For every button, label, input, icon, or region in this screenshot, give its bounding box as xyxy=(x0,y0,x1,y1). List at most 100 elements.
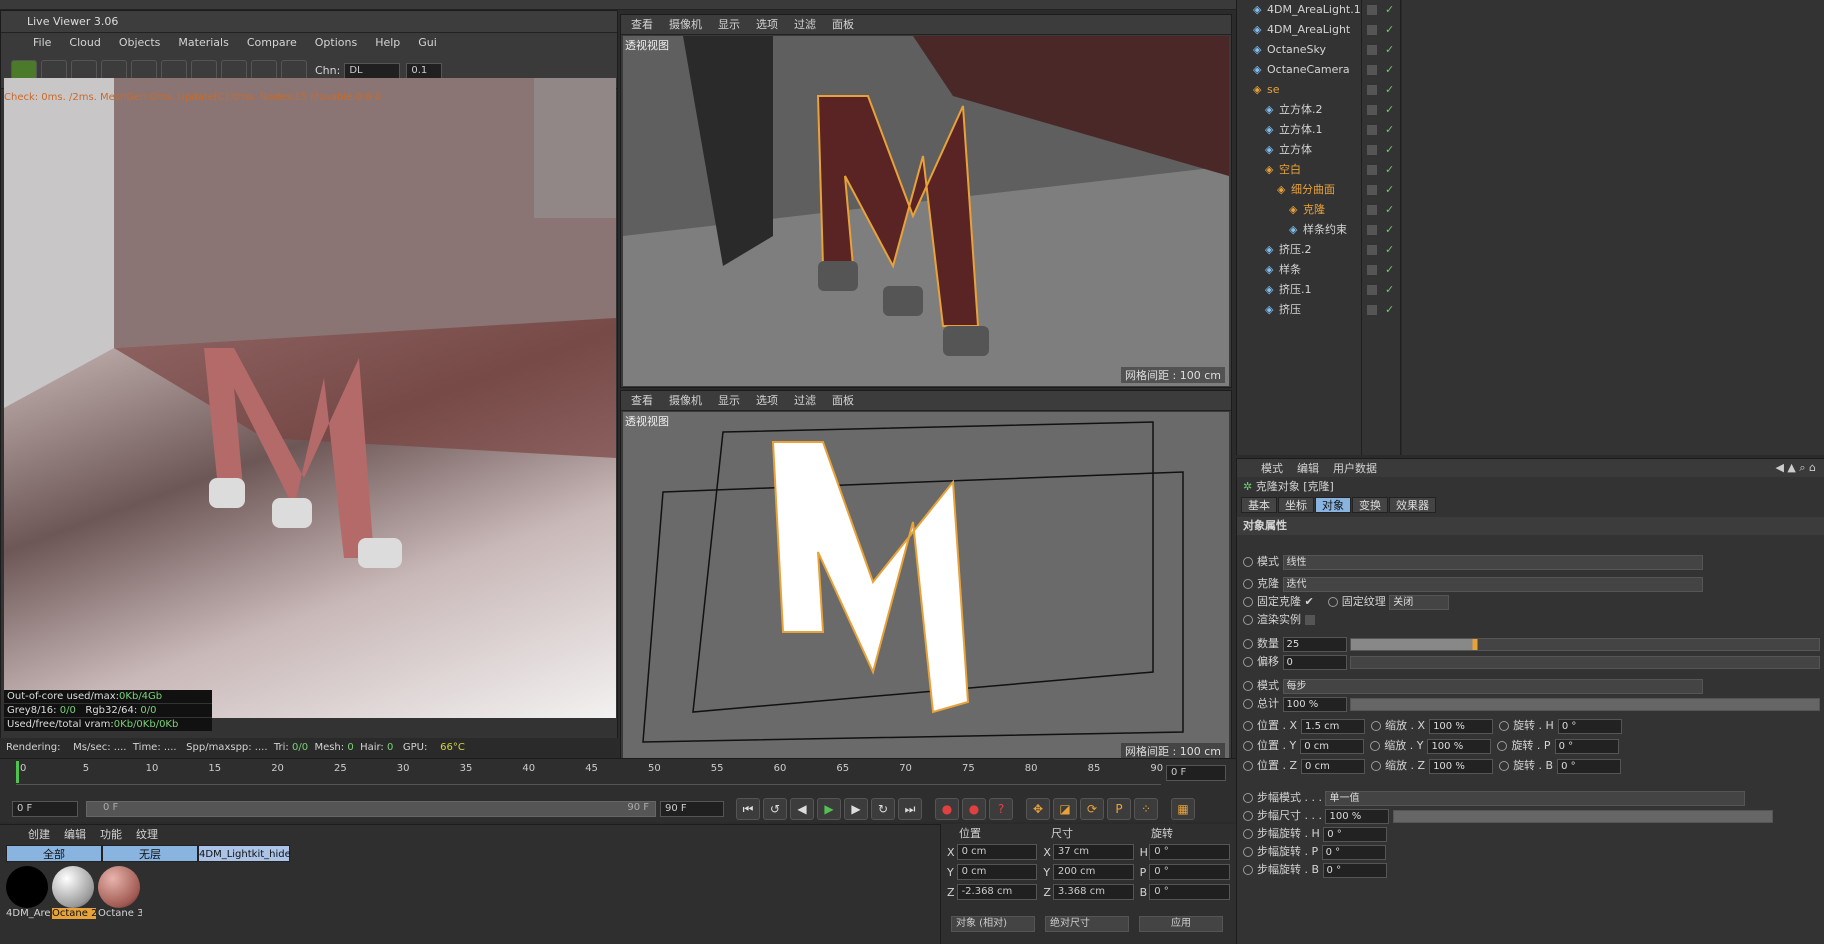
transform-rot-input[interactable]: 0 ° xyxy=(1557,718,1622,734)
transform-scale-input[interactable]: 100 % xyxy=(1427,738,1492,754)
enable-check-icon[interactable]: ✓ xyxy=(1385,40,1394,60)
anim-dot[interactable] xyxy=(1371,721,1382,731)
object-name[interactable]: 挤压 xyxy=(1279,300,1301,320)
enable-check-icon[interactable]: ✓ xyxy=(1385,20,1394,40)
anim-dot[interactable] xyxy=(1370,741,1381,751)
mat-menu-create[interactable]: 创建 xyxy=(28,826,50,842)
enable-check-icon[interactable]: ✓ xyxy=(1385,160,1394,180)
enable-check-icon[interactable]: ✓ xyxy=(1385,240,1394,260)
visibility-toggle[interactable] xyxy=(1367,0,1381,20)
next-frame-icon[interactable]: ▶ xyxy=(844,798,868,820)
material-item-3[interactable]: Octane 3 xyxy=(98,866,142,919)
anim-dot[interactable] xyxy=(1499,721,1510,731)
attr-tab-coord[interactable]: 坐标 xyxy=(1278,497,1314,513)
object-row[interactable]: ◈ 样条 ✓ xyxy=(1237,260,1824,280)
step-mode-select[interactable]: 单一值 xyxy=(1325,790,1746,806)
vp2-menu-camera[interactable]: 摄像机 xyxy=(669,391,702,411)
coord-size-select[interactable]: 绝对尺寸 xyxy=(1045,916,1129,932)
coord-mode-select[interactable]: 对象 (相对) xyxy=(951,916,1035,932)
vp-menu-camera[interactable]: 摄像机 xyxy=(669,15,702,35)
step-size-input[interactable]: 100 % xyxy=(1325,808,1390,824)
record-icon[interactable]: ● xyxy=(935,798,959,820)
enable-check-icon[interactable]: ✓ xyxy=(1385,200,1394,220)
play-icon[interactable]: ▶ xyxy=(817,798,841,820)
transform-scale-input[interactable]: 100 % xyxy=(1429,758,1494,774)
attr-menu-userdata[interactable]: 用户数据 xyxy=(1333,460,1377,476)
coord-pos-field[interactable]: 0 cm xyxy=(956,844,1038,860)
current-frame-field[interactable]: 0 F xyxy=(1166,765,1226,781)
visibility-toggle[interactable] xyxy=(1367,260,1381,280)
count-slider[interactable] xyxy=(1350,637,1820,651)
vp2-menu-panel[interactable]: 面板 xyxy=(832,391,854,411)
enable-check-icon[interactable]: ✓ xyxy=(1385,140,1394,160)
visibility-toggle[interactable] xyxy=(1367,200,1381,220)
object-row[interactable]: ◈ 样条约束 ✓ xyxy=(1237,220,1824,240)
enable-check-icon[interactable]: ✓ xyxy=(1385,260,1394,280)
object-row[interactable]: ◈ 4DM_AreaLight ✓ xyxy=(1237,20,1824,40)
prev-key-icon[interactable]: ↺ xyxy=(763,798,787,820)
render-instance-checkbox[interactable] xyxy=(1304,615,1315,625)
object-row[interactable]: ◈ 空白 ✓ xyxy=(1237,160,1824,180)
visibility-toggle[interactable] xyxy=(1367,240,1381,260)
step-rot-h-input[interactable]: 0 ° xyxy=(1323,826,1388,842)
mode-select[interactable]: 线性 xyxy=(1282,554,1703,570)
attr-tab-effectors[interactable]: 效果器 xyxy=(1389,497,1436,513)
enable-check-icon[interactable]: ✓ xyxy=(1385,100,1394,120)
fix-clone-checkbox[interactable]: ✔ xyxy=(1305,595,1314,608)
total-input[interactable]: 100 % xyxy=(1282,696,1347,712)
object-row[interactable]: ◈ 挤压 ✓ xyxy=(1237,300,1824,320)
visibility-toggle[interactable] xyxy=(1367,280,1381,300)
menu-objects[interactable]: Objects xyxy=(119,33,161,53)
gamma-input[interactable]: 0.1 xyxy=(406,62,443,79)
live-viewer-render[interactable] xyxy=(4,78,616,718)
start-frame-field[interactable]: 0 F xyxy=(12,801,78,817)
enable-check-icon[interactable]: ✓ xyxy=(1385,180,1394,200)
visibility-toggle[interactable] xyxy=(1367,140,1381,160)
offset-input[interactable]: 0 xyxy=(1282,654,1347,670)
point-key-icon[interactable]: ⁘ xyxy=(1134,798,1158,820)
object-name[interactable]: OctaneCamera xyxy=(1267,60,1350,80)
anim-dot[interactable] xyxy=(1243,721,1253,731)
visibility-toggle[interactable] xyxy=(1367,80,1381,100)
coord-rot-field[interactable]: 0 ° xyxy=(1149,844,1230,860)
attr-nav-icons[interactable]: ◀ ▲ ⌕ ⌂ xyxy=(1775,461,1816,475)
attr-menu-edit[interactable]: 编辑 xyxy=(1297,460,1319,476)
transform-pos-input[interactable]: 1.5 cm xyxy=(1301,718,1366,734)
param-key-icon[interactable]: P xyxy=(1107,798,1131,820)
object-row[interactable]: ◈ 细分曲面 ✓ xyxy=(1237,180,1824,200)
clone-select[interactable]: 迭代 xyxy=(1282,576,1703,592)
layer-tab-all[interactable]: 全部 xyxy=(6,845,102,862)
object-name[interactable]: OctaneSky xyxy=(1267,40,1326,60)
attr-tab-transform[interactable]: 变换 xyxy=(1352,497,1388,513)
apply-button[interactable]: 应用 xyxy=(1139,916,1223,932)
menu-compare[interactable]: Compare xyxy=(247,33,297,53)
scale-key-icon[interactable]: ◪ xyxy=(1053,798,1077,820)
anim-dot[interactable] xyxy=(1497,741,1508,751)
attr-tab-object[interactable]: 对象 xyxy=(1315,497,1351,513)
playhead[interactable] xyxy=(16,761,19,783)
vp-menu-filter[interactable]: 过滤 xyxy=(794,15,816,35)
coord-size-field[interactable]: 200 cm xyxy=(1052,864,1134,880)
timeline-layout-icon[interactable]: ▦ xyxy=(1171,798,1195,820)
object-name[interactable]: 挤压.2 xyxy=(1279,240,1312,260)
object-row[interactable]: ◈ 4DM_AreaLight.1 ✓ xyxy=(1237,0,1824,20)
vp2-menu-view[interactable]: 查看 xyxy=(631,391,653,411)
step-rot-p-input[interactable]: 0 ° xyxy=(1321,844,1386,860)
material-item-1[interactable]: 4DM_Are xyxy=(6,866,50,919)
object-name[interactable]: 克隆 xyxy=(1303,200,1325,220)
enable-check-icon[interactable]: ✓ xyxy=(1385,80,1394,100)
attr-tab-basic[interactable]: 基本 xyxy=(1241,497,1277,513)
object-name[interactable]: 细分曲面 xyxy=(1291,180,1335,200)
menu-materials[interactable]: Materials xyxy=(178,33,228,53)
object-row[interactable]: ◈ 立方体.2 ✓ xyxy=(1237,100,1824,120)
visibility-toggle[interactable] xyxy=(1367,20,1381,40)
layer-tab-lightkit[interactable]: 4DM_Lightkit_hide xyxy=(198,845,291,862)
transform-scale-input[interactable]: 100 % xyxy=(1429,718,1494,734)
mat-menu-edit[interactable]: 编辑 xyxy=(64,826,86,842)
object-row[interactable]: ◈ 克隆 ✓ xyxy=(1237,200,1824,220)
object-row[interactable]: ◈ 挤压.2 ✓ xyxy=(1237,240,1824,260)
transform-rot-input[interactable]: 0 ° xyxy=(1554,738,1619,754)
channel-select[interactable]: DL xyxy=(344,62,401,79)
rotate-key-icon[interactable]: ⟳ xyxy=(1080,798,1104,820)
step-rot-b-input[interactable]: 0 ° xyxy=(1322,862,1387,878)
